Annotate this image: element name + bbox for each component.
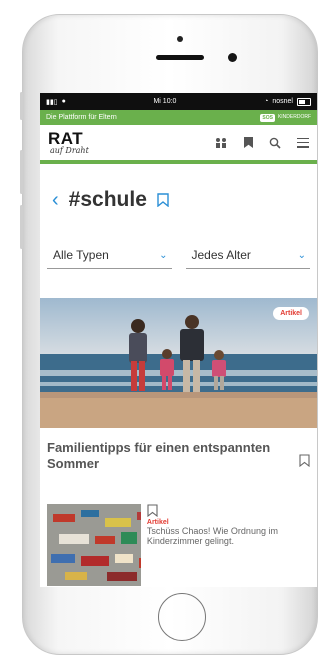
save-tag-bookmark-icon[interactable] — [157, 193, 169, 207]
featured-article-image[interactable]: Artikel — [40, 298, 317, 428]
home-button[interactable] — [158, 593, 206, 641]
filter-bar: Alle Typen ⌄ Jedes Alter ⌄ — [40, 244, 317, 269]
wifi-icon: ◔ — [264, 98, 269, 105]
status-time: Mi 10:0 — [153, 98, 177, 105]
type-filter-select[interactable]: Alle Typen ⌄ — [47, 244, 172, 269]
menu-icon[interactable] — [297, 137, 309, 148]
chevron-down-icon: ⌄ — [297, 249, 306, 261]
front-camera — [177, 36, 183, 42]
page-title-row: ‹ #schule — [40, 188, 317, 212]
featured-article-title-row[interactable]: Familientipps für einen entspannten Somm… — [40, 440, 317, 472]
proximity-sensor — [228, 53, 237, 62]
article-type-badge: Artikel — [273, 307, 309, 320]
volume-up-button — [20, 150, 23, 194]
mute-switch — [20, 92, 23, 120]
carrier-label: nosnel — [272, 98, 293, 105]
signal-icon: ▮▮▯ — [46, 98, 58, 106]
lego-toys-thumbnail — [47, 504, 141, 586]
article-list-item[interactable]: Artikel Tschüss Chaos! Wie Ordnung im Ki… — [40, 504, 317, 586]
article-category: Artikel — [146, 519, 169, 526]
partner-logo[interactable]: SOS KINDERDORF — [260, 113, 311, 122]
header-nav: RAT auf Draht — [40, 125, 317, 164]
partner-text: KINDERDORF — [277, 114, 311, 120]
bookmark-icon[interactable] — [299, 454, 310, 467]
bookmark-icon[interactable] — [244, 137, 253, 148]
brand-name: RAT — [48, 129, 84, 148]
tagline: Die Plattform für Eltern — [46, 114, 117, 121]
status-bar: ▮▮▯ ● Mi 10:0 ◔ nosnel — [40, 93, 317, 110]
sos-logo-icon: SOS — [260, 113, 275, 122]
battery-icon — [296, 97, 311, 106]
bookmark-icon[interactable] — [147, 504, 158, 517]
app-screen: ▮▮▯ ● Mi 10:0 ◔ nosnel Die Plattform für… — [40, 93, 317, 587]
search-icon[interactable] — [269, 137, 281, 149]
type-filter-label: Alle Typen — [53, 248, 109, 262]
featured-article-title: Familientipps für einen entspannten Somm… — [47, 440, 271, 471]
notification-icon: ● — [61, 98, 66, 105]
age-filter-select[interactable]: Jedes Alter ⌄ — [185, 244, 310, 269]
article-title: Tschüss Chaos! Wie Ordnung im Kinderzimm… — [146, 526, 278, 546]
page-title: #schule — [68, 188, 147, 211]
brand-logo[interactable]: RAT auf Draht — [48, 130, 89, 155]
age-filter-label: Jedes Alter — [191, 248, 251, 262]
earpiece-speaker — [156, 55, 204, 60]
top-banner: Die Plattform für Eltern SOS KINDERDORF — [40, 110, 317, 125]
brand-subtitle: auf Draht — [50, 146, 89, 155]
chevron-down-icon: ⌄ — [159, 249, 168, 261]
people-icon[interactable] — [214, 137, 228, 148]
back-chevron-icon[interactable]: ‹ — [52, 189, 59, 212]
lego-toys-photo — [47, 504, 141, 586]
volume-down-button — [20, 205, 23, 249]
